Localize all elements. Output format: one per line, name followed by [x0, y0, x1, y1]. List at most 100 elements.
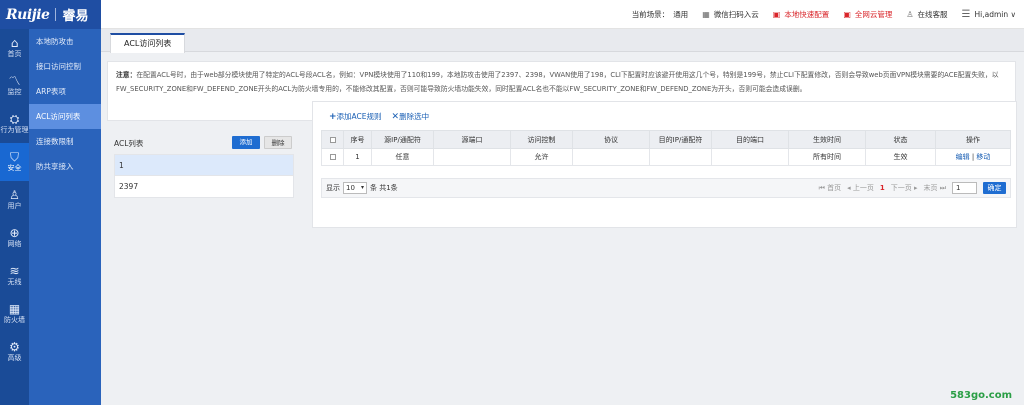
- brand-separator: [55, 8, 57, 21]
- behavior-icon: ⛭: [9, 112, 20, 127]
- rail-item-wireless[interactable]: ≋ 无线: [0, 257, 29, 295]
- brand-logo: Ruijie 睿易: [0, 0, 101, 29]
- subnav-anti-sharing[interactable]: 防共享接入: [29, 154, 101, 179]
- edit-link[interactable]: 编辑: [956, 153, 970, 161]
- subnav-local-anti-attack[interactable]: 本地防攻击: [29, 29, 101, 54]
- home-icon: ⌂: [10, 36, 19, 51]
- rail-item-label: 监控: [7, 88, 22, 97]
- plus-icon: +: [329, 112, 337, 122]
- rail-item-label: 行为管理: [0, 126, 29, 135]
- gear-icon: ⚙: [9, 340, 20, 355]
- next-page-button[interactable]: 下一页 ▸: [891, 183, 918, 193]
- table-row: 1 任意 允许 所有时间 生效 编辑 | 移动: [321, 148, 1011, 166]
- record-summary: 条 共1条: [370, 184, 398, 192]
- rail-item-label: 防火墙: [4, 316, 25, 325]
- delete-selected-button[interactable]: ✕删除选中: [392, 111, 430, 122]
- col-src-ip: 源IP/通配符: [371, 130, 434, 149]
- quick-config-icon: ▣: [772, 10, 781, 19]
- row-checkbox[interactable]: [329, 154, 336, 160]
- acl-add-button[interactable]: 添加: [232, 136, 260, 149]
- top-bar: Ruijie 睿易 当前场景： 通用 ▦ 微信扫码入云 ▣ 本地快速配置 ▣ 全…: [0, 0, 1024, 29]
- ace-table: 序号 源IP/通配符 源端口 访问控制 协议 目的IP/通配符 目的端口 生效时…: [321, 130, 1011, 166]
- wechat-cloud-link[interactable]: 微信扫码入云: [714, 9, 759, 20]
- ace-table-header: 序号 源IP/通配符 源端口 访问控制 协议 目的IP/通配符 目的端口 生效时…: [321, 130, 1011, 149]
- notice-line-2: FW_SECURITY_ZONE和FW_DEFEND_ZONE开头的ACL为防火…: [116, 85, 807, 93]
- online-service-link[interactable]: 在线客服: [918, 9, 948, 20]
- col-operation: 操作: [935, 130, 1011, 149]
- first-page-button[interactable]: ⏮ 首页: [819, 183, 842, 193]
- shield-icon: ⛉: [9, 150, 19, 165]
- rail-item-home[interactable]: ⌂ 首页: [0, 29, 29, 67]
- pagination-bar: 显示 10 ▾ 条 共1条 ⏮ 首页 ◂ 上一页 1 下一页 ▸ 末页 ⏭ 1 确…: [321, 178, 1011, 198]
- subnav-acl-list[interactable]: ACL访问列表: [29, 104, 101, 129]
- cell-protocol: [572, 148, 650, 166]
- col-action: 访问控制: [510, 130, 573, 149]
- scene-label: 当前场景：: [631, 10, 670, 19]
- first-page-label: 首页: [827, 184, 842, 192]
- page-size-value: 10: [346, 184, 355, 192]
- rail-item-behavior[interactable]: ⛭ 行为管理: [0, 105, 29, 143]
- acl-list-item[interactable]: 1: [114, 154, 294, 176]
- cloud-manage-icon: ▣: [843, 10, 851, 19]
- row-checkbox-cell: [321, 148, 344, 166]
- menu-icon[interactable]: ☰: [962, 9, 971, 20]
- col-status: 状态: [865, 130, 936, 149]
- acl-list-header: ACL列表 添加 删除: [114, 132, 294, 154]
- col-seq: 序号: [343, 130, 372, 149]
- cloud-manage-link[interactable]: 全网云管理: [855, 9, 893, 20]
- cell-seq: 1: [343, 148, 372, 166]
- cell-src-port: [433, 148, 511, 166]
- acl-list-title: ACL列表: [114, 138, 144, 148]
- ruijie-logo: Ruijie: [6, 6, 50, 23]
- subnav-interface-access-control[interactable]: 接口访问控制: [29, 54, 101, 79]
- delete-selected-label: 删除选中: [399, 112, 430, 121]
- last-page-label: 末页: [923, 184, 938, 192]
- page-jump-input[interactable]: 1: [952, 182, 977, 194]
- main-content: ACL访问列表 注意：在配置ACL号时，由于web部分模块使用了特定的ACL号段…: [101, 29, 1024, 405]
- acl-list-panel: ACL列表 添加 删除 1 2397: [114, 132, 294, 198]
- pager-controls: ⏮ 首页 ◂ 上一页 1 下一页 ▸ 末页 ⏭ 1 确定: [819, 182, 1010, 194]
- prev-page-button[interactable]: ◂ 上一页: [847, 183, 874, 193]
- acl-list-item[interactable]: 2397: [114, 176, 294, 198]
- add-ace-rule-button[interactable]: +添加ACE规则: [329, 111, 382, 122]
- page-size-select[interactable]: 10 ▾: [343, 182, 367, 194]
- network-icon: ⊕: [9, 226, 20, 241]
- quick-config-link[interactable]: 本地快速配置: [784, 9, 829, 20]
- rail-item-firewall[interactable]: ▦ 防火墙: [0, 295, 29, 333]
- close-icon: ✕: [391, 112, 400, 122]
- tab-acl-list[interactable]: ACL访问列表: [110, 33, 186, 53]
- col-protocol: 协议: [572, 130, 650, 149]
- rail-item-user[interactable]: ♙ 用户: [0, 181, 29, 219]
- rail-item-label: 无线: [7, 278, 22, 287]
- next-page-label: 下一页: [890, 184, 912, 192]
- rail-item-security[interactable]: ⛉ 安全: [0, 143, 29, 181]
- last-page-button[interactable]: 末页 ⏭: [923, 183, 946, 193]
- subnav-arp-table[interactable]: ARP表项: [29, 79, 101, 104]
- rail-item-advanced[interactable]: ⚙ 高级: [0, 333, 29, 371]
- rail-item-network[interactable]: ⊕ 网络: [0, 219, 29, 257]
- qrcode-icon: ▦: [702, 10, 710, 19]
- cell-status: 生效: [865, 148, 936, 166]
- select-all-checkbox[interactable]: [329, 136, 336, 143]
- rail-item-label: 网络: [7, 240, 22, 249]
- notice-prefix: 注意：: [116, 71, 137, 79]
- rail-item-label: 用户: [7, 202, 22, 211]
- watermark: 583go.com: [950, 390, 1012, 401]
- cell-operation: 编辑 | 移动: [935, 148, 1011, 166]
- cell-dst-ip: [649, 148, 712, 166]
- prev-page-label: 上一页: [852, 184, 874, 192]
- scene-value[interactable]: 通用: [673, 9, 688, 20]
- col-src-port: 源端口: [433, 130, 511, 149]
- acl-delete-button[interactable]: 删除: [264, 136, 292, 149]
- user-menu[interactable]: Hi,admin ∨: [975, 10, 1016, 19]
- left-rail: ⌂ 首页 〽 监控 ⛭ 行为管理 ⛉ 安全 ♙ 用户 ⊕ 网络 ≋ 无线 ▦ 防…: [0, 29, 29, 405]
- user-icon: ♙: [9, 188, 20, 203]
- page-size-label: 显示: [326, 184, 340, 192]
- subnav-connection-limit[interactable]: 连接数限制: [29, 129, 101, 154]
- move-link[interactable]: 移动: [976, 153, 990, 161]
- rail-item-monitor[interactable]: 〽 监控: [0, 67, 29, 105]
- page-jump-confirm-button[interactable]: 确定: [983, 182, 1006, 194]
- ace-toolbar: +添加ACE规则 ✕删除选中: [329, 111, 429, 122]
- brand-cn-name: 睿易: [62, 9, 89, 24]
- col-dst-ip: 目的IP/通配符: [649, 130, 712, 149]
